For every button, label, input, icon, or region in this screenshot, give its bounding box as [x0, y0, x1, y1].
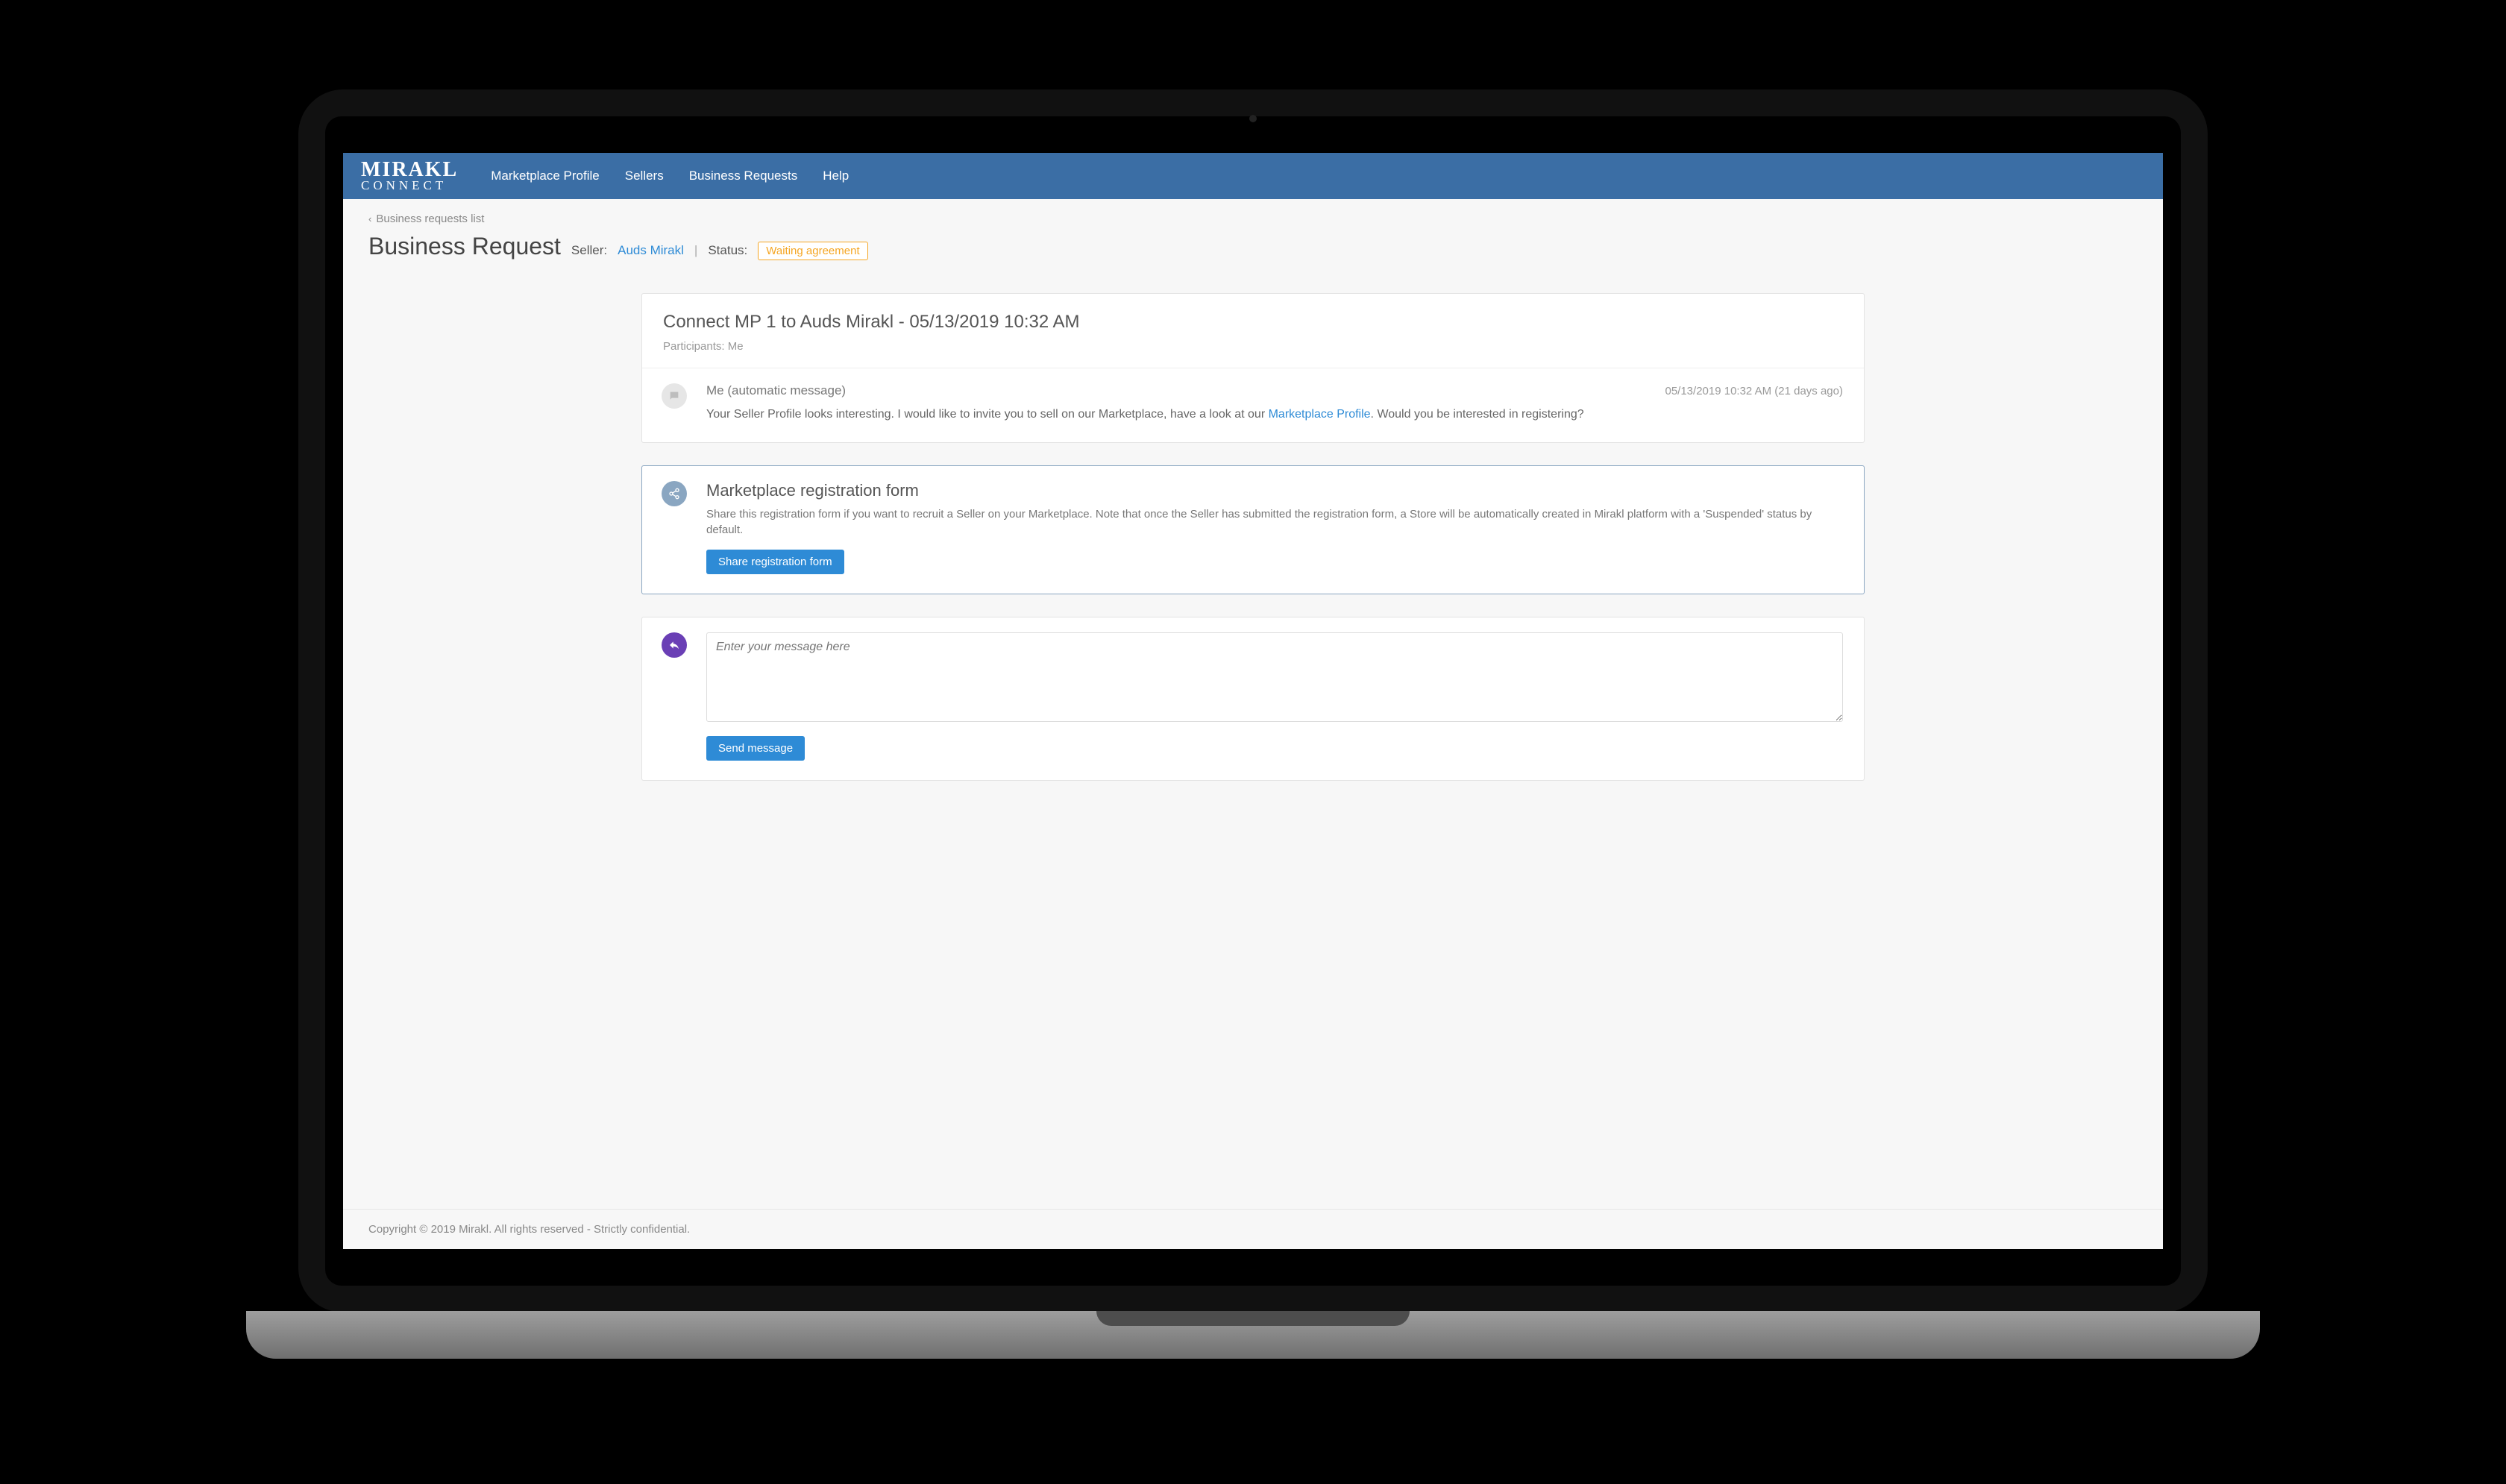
- participants-label: Participants:: [663, 340, 725, 353]
- message-item: Me (automatic message) 05/13/2019 10:32 …: [642, 368, 1864, 442]
- topbar: MIRAKL CONNECT Marketplace Profile Selle…: [343, 153, 2163, 199]
- chevron-left-icon: ‹: [368, 213, 371, 224]
- status-label: Status:: [708, 243, 747, 258]
- seller-link[interactable]: Auds Mirakl: [618, 243, 684, 258]
- speech-bubble-icon: [662, 383, 687, 409]
- marketplace-profile-inline-link[interactable]: Marketplace Profile: [1269, 408, 1371, 421]
- thread-card: Connect MP 1 to Auds Mirakl - 05/13/2019…: [641, 293, 1865, 443]
- laptop-frame: ect MP 1 User MIRAKL CONNECT Marketplace…: [298, 89, 2208, 1312]
- laptop-screen: ect MP 1 User MIRAKL CONNECT Marketplace…: [343, 153, 2163, 1249]
- back-to-list-link[interactable]: ‹ Business requests list: [368, 213, 484, 225]
- nav-help[interactable]: Help: [823, 169, 849, 183]
- seller-label: Seller:: [571, 243, 607, 258]
- message-body-prefix: Your Seller Profile looks interesting. I…: [706, 408, 1269, 421]
- nav-sellers[interactable]: Sellers: [625, 169, 664, 183]
- laptop-notch: [1096, 1311, 1410, 1326]
- footer: Copyright © 2019 Mirakl. All rights rese…: [343, 1209, 2163, 1249]
- registration-form-title: Marketplace registration form: [706, 481, 1843, 500]
- page-title: Business Request: [368, 233, 561, 260]
- participants-value: Me: [728, 340, 744, 353]
- share-registration-form-button[interactable]: Share registration form: [706, 550, 844, 574]
- thread-participants: Participants: Me: [663, 340, 1843, 353]
- registration-form-card: Marketplace registration form Share this…: [641, 465, 1865, 594]
- message-body: Your Seller Profile looks interesting. I…: [706, 406, 1843, 423]
- page-header: Business Request Seller: Auds Mirakl | S…: [368, 233, 2138, 260]
- laptop-camera: [1249, 115, 1257, 122]
- share-icon: [662, 481, 687, 506]
- thread-title: Connect MP 1 to Auds Mirakl - 05/13/2019…: [663, 312, 1843, 333]
- message-body-suffix: . Would you be interested in registering…: [1371, 408, 1584, 421]
- nav-marketplace-profile[interactable]: Marketplace Profile: [491, 169, 600, 183]
- brand-line2: CONNECT: [361, 180, 458, 192]
- message-timestamp: 05/13/2019 10:32 AM (21 days ago): [1665, 385, 1843, 397]
- message-author: Me (automatic message): [706, 383, 846, 398]
- app-window: MIRAKL CONNECT Marketplace Profile Selle…: [343, 153, 2163, 1249]
- brand-line1: MIRAKL: [361, 160, 458, 180]
- page-body: ‹ Business requests list Business Reques…: [343, 199, 2163, 1209]
- nav-business-requests[interactable]: Business Requests: [689, 169, 798, 183]
- separator: |: [694, 243, 697, 258]
- composer-card: Send message: [641, 617, 1865, 781]
- registration-form-description: Share this registration form if you want…: [706, 506, 1843, 538]
- footer-text: Copyright © 2019 Mirakl. All rights rese…: [368, 1223, 690, 1236]
- reply-icon: [662, 632, 687, 658]
- message-input[interactable]: [706, 632, 1843, 722]
- send-message-button[interactable]: Send message: [706, 736, 805, 761]
- status-badge: Waiting agreement: [758, 242, 867, 260]
- thread-header: Connect MP 1 to Auds Mirakl - 05/13/2019…: [642, 294, 1864, 368]
- brand-logo[interactable]: MIRAKL CONNECT: [361, 160, 458, 192]
- back-link-text: Business requests list: [376, 213, 484, 225]
